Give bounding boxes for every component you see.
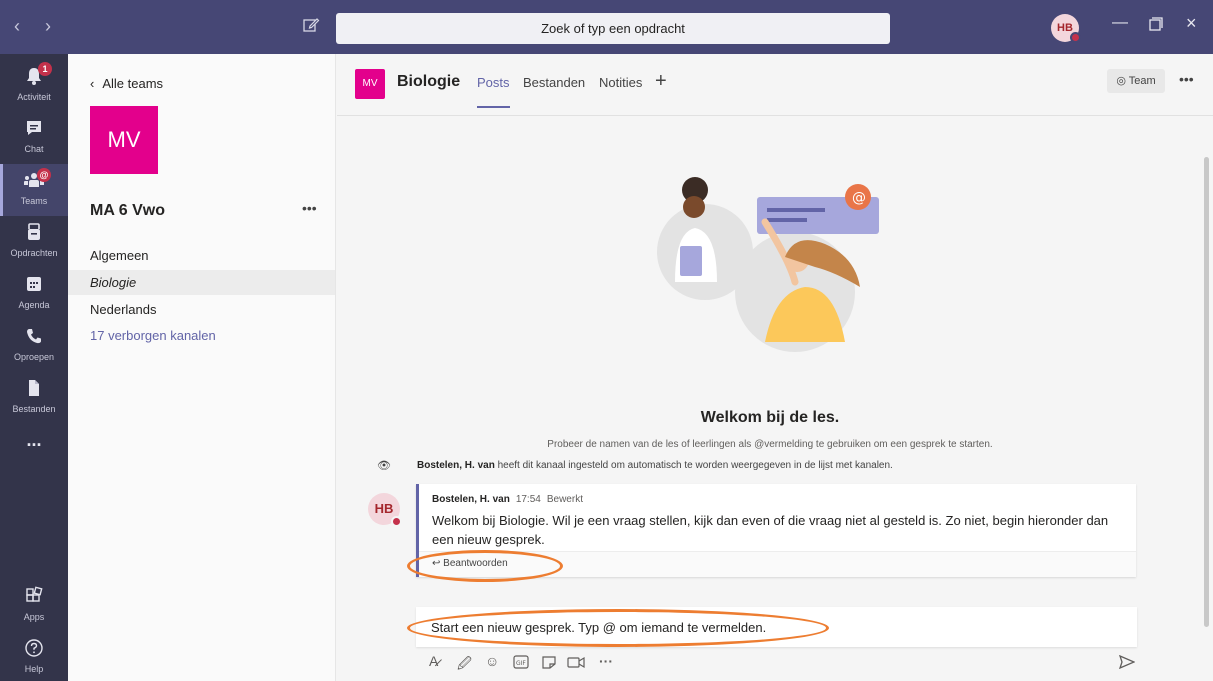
rail-item-bestanden[interactable]: Bestanden [0,372,68,424]
team-button-label: Team [1128,75,1156,87]
post-meta: Bostelen, H. van 17:54 Bewerkt [432,494,583,505]
active-tab-indicator [477,106,510,108]
channel-avatar: MV [355,69,385,99]
new-conversation-input[interactable]: Start een nieuw gesprek. Typ @ om iemand… [416,607,1137,647]
scrollbar[interactable] [1204,157,1209,627]
rail-label: Teams [20,196,48,206]
channel-item-biologie[interactable]: Biologie [68,270,335,295]
rail-item-help[interactable]: Help [0,632,68,681]
rail-more-button[interactable]: ... [0,430,68,482]
more-icon: ... [26,430,42,450]
rail-item-chat[interactable]: Chat [0,112,68,164]
assignments-icon [28,223,40,240]
welcome-title: Welkom bij de les. [700,409,840,426]
app-rail: 1 Activiteit Chat @ Teams Opdrachten Age… [0,54,68,681]
user-initials: HB [1057,22,1073,34]
system-message-text: Bostelen, H. van heeft dit kanaal ingest… [417,460,893,471]
channel-header: MV Biologie Posts Bestanden Notities + ◎… [337,54,1213,116]
title-bar: ‹ › Zoek of typ een opdracht HB — × [0,0,1213,54]
compose-placeholder: Start een nieuw gesprek. Typ @ om iemand… [431,620,767,635]
phone-icon [27,329,41,344]
rail-label: Apps [23,612,45,622]
welcome-illustration: @ [657,177,879,352]
eye-icon: 👁 [377,460,391,472]
chevron-left-icon: ‹ [90,76,95,91]
channel-title: Biologie [397,73,461,90]
attach-icon[interactable]: 🖉 [457,653,472,677]
rail-item-opdrachten[interactable]: Opdrachten [0,216,68,268]
rail-label: Bestanden [12,404,56,414]
posts-area: @ Welkom bij de les. Probeer de namen va… [337,117,1213,681]
reply-label: Beantwoorden [443,558,508,569]
send-icon[interactable] [1119,655,1135,669]
sticker-icon[interactable] [541,655,557,669]
search-input[interactable]: Zoek of typ een opdracht [336,13,890,44]
post-body: Welkom bij Biologie. Wil je een vraag st… [432,513,1109,547]
maximize-icon[interactable] [1149,17,1163,31]
tab-bestanden[interactable]: Bestanden [523,75,585,90]
more-options-icon[interactable]: ··· [599,653,613,669]
svg-text:GIF: GIF [516,660,526,667]
chat-icon [27,121,41,135]
rail-label: Help [24,664,44,674]
status-dot [391,516,402,527]
header-more-icon[interactable]: ••• [1179,71,1194,87]
history-nav[interactable]: ‹ › [14,16,61,37]
close-icon[interactable]: × [1186,13,1197,34]
status-dot [1070,32,1081,43]
compose-icon[interactable] [302,16,320,34]
teams-mention-badge: @ [37,168,51,182]
channel-item-nederlands[interactable]: Nederlands [68,297,335,322]
system-text: heeft dit kanaal ingesteld om automatisc… [494,460,893,471]
team-more-icon[interactable]: ••• [302,200,317,216]
eye-icon: ◎ [1116,75,1126,87]
rail-item-oproepen[interactable]: Oproepen [0,320,68,372]
rail-label: Opdrachten [10,248,58,258]
format-icon[interactable]: A̷ [429,653,438,669]
tab-notities[interactable]: Notities [599,75,642,90]
calendar-icon [27,277,41,291]
minimize-icon[interactable]: — [1112,14,1128,32]
system-author: Bostelen, H. van [417,460,495,471]
apps-icon [26,586,43,602]
back-label: Alle teams [102,76,164,91]
emoji-icon[interactable]: ☺ [485,653,499,669]
svg-text:@: @ [852,190,866,206]
back-to-teams[interactable]: ‹ Alle teams [90,76,163,91]
help-icon [25,639,43,657]
rail-item-apps[interactable]: Apps [0,580,68,632]
post-card: Bostelen, H. van 17:54 Bewerkt Welkom bij … [416,484,1136,577]
team-name: MA 6 Vwo [90,202,165,219]
post-author-avatar[interactable]: HB [368,493,402,527]
reply-row: ↩ Beantwoorden [419,551,1136,577]
rail-item-agenda[interactable]: Agenda [0,268,68,320]
rail-label: Chat [24,144,44,154]
reply-arrow-icon: ↩ [432,558,441,569]
post-author-initials: HB [374,501,394,516]
activity-badge: 1 [38,62,52,76]
add-tab-icon[interactable]: + [655,70,667,93]
user-avatar[interactable]: HB [1051,14,1081,43]
team-avatar: MV [90,106,158,174]
hidden-channels-link[interactable]: 17 verborgen kanalen [68,323,335,348]
rail-item-teams[interactable]: @ Teams [0,164,68,216]
reply-button[interactable]: ↩ Beantwoorden [432,558,508,569]
gif-icon[interactable]: GIF [513,655,529,669]
rail-label: Agenda [18,300,50,310]
rail-label: Activiteit [17,92,51,102]
channel-panel: ‹ Alle teams MV MA 6 Vwo ••• Algemeen Bio… [68,54,336,681]
team-button[interactable]: ◎ Team [1107,69,1165,93]
rail-label: Oproepen [13,352,55,362]
post-edited-label: Bewerkt [546,494,583,505]
meet-now-icon[interactable] [567,654,587,670]
post-time: 17:54 [515,494,541,505]
post-author: Bostelen, H. van [432,494,510,505]
channel-item-algemeen[interactable]: Algemeen [68,243,335,268]
welcome-subtitle: Probeer de namen van de les of leerlinge… [547,439,993,450]
rail-item-activiteit[interactable]: 1 Activiteit [0,60,68,112]
tab-posts[interactable]: Posts [477,75,510,90]
files-icon [29,380,39,396]
